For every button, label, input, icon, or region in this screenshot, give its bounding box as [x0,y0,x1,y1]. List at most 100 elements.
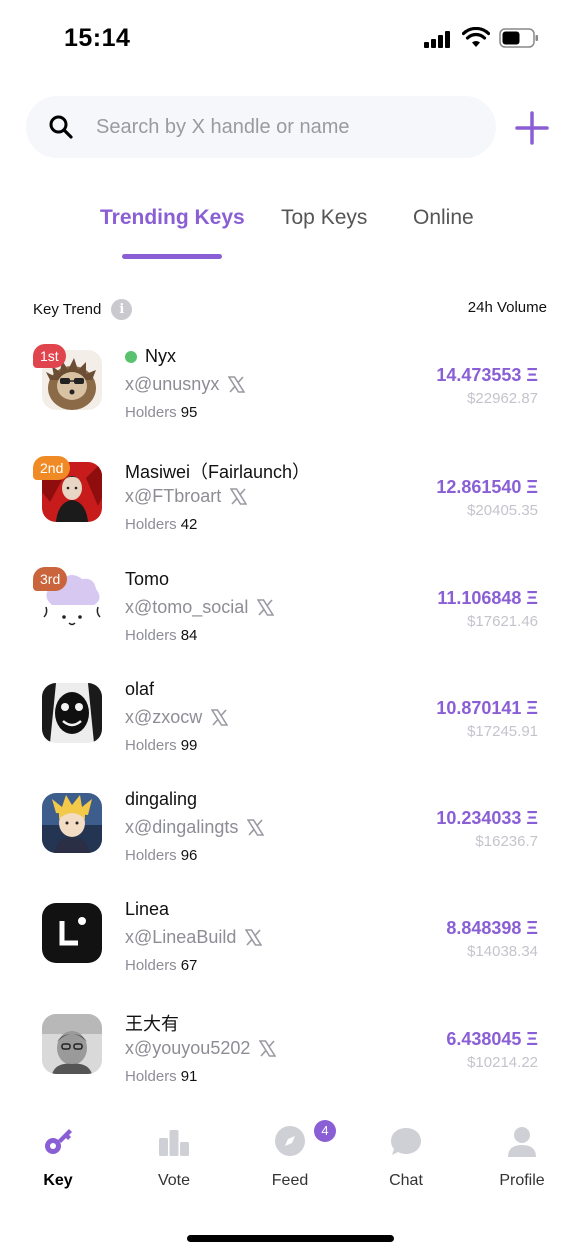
x-logo-icon [230,488,248,505]
holders-count: Holders 42 [125,516,197,533]
nav-chat[interactable]: Chat [356,1124,456,1190]
nav-label: Key [43,1172,73,1189]
x-handle: x@FTbroart [125,486,248,507]
x-handle: x@youyou5202 [125,1038,277,1059]
holders-value: 95 [180,404,198,421]
online-status-dot [125,350,137,363]
list-item[interactable]: 1st Nyx x@unusnyx Holders 95 14.473553 Ξ … [0,340,580,450]
list-item[interactable]: 2nd Masiwei（Fairlaunch） x@FTbroart Holde… [0,452,580,562]
nav-vote[interactable]: Vote [124,1124,224,1190]
x-handle-text: x@unusnyx [125,374,220,394]
avatar [42,1014,102,1074]
nav-label: Profile [499,1172,545,1189]
rank-badge: 1st [33,344,66,368]
x-handle-text: x@tomo_social [125,597,249,617]
rank-badge: 3rd [33,567,68,591]
key-name-text: 王大有 [125,1014,179,1034]
nav-key[interactable]: Key [8,1124,108,1190]
volume-usd: $16236.7 [475,833,538,850]
key-name: 王大有 [125,1010,179,1036]
holders-label: Holders [125,516,177,533]
list-item[interactable]: Linea x@LineaBuild Holders 67 8.848398 Ξ … [0,893,580,1003]
key-name-text: olaf [125,679,155,699]
tab-top-keys[interactable]: Top Keys [281,206,367,230]
holders-label: Holders [125,404,177,421]
info-icon[interactable]: i [111,299,133,320]
tab-trending-keys[interactable]: Trending Keys [100,206,245,230]
volume-eth: 14.473553 Ξ [436,365,538,385]
holders-count: Holders 84 [125,627,197,644]
avatar [42,793,102,853]
x-logo-icon [257,599,275,616]
key-icon [45,1129,72,1154]
key-trend-label: Key Trend [33,301,102,318]
key-name-text: Masiwei（Fairlaunch） [125,462,311,482]
volume-eth: 12.861540 Ξ [436,477,538,497]
volume-usd: $20405.35 [467,502,538,519]
status-time: 15:14 [64,24,131,52]
nav-label: Vote [157,1172,191,1189]
volume-usd: $10214.22 [467,1054,538,1071]
holders-count: Holders 96 [125,847,197,864]
nav-profile[interactable]: Profile [472,1124,572,1190]
volume-usd: $14038.34 [467,943,538,960]
nav-label: Chat [389,1172,423,1189]
person-icon [508,1127,536,1157]
key-name: olaf [125,679,154,700]
list-item[interactable]: dingaling x@dingalingts Holders 96 10.234… [0,783,580,893]
wifi-icon [462,27,490,47]
x-handle: x@LineaBuild [125,927,263,948]
x-handle: x@zxocw [125,707,229,728]
volume-eth: 11.106848 Ξ [437,588,538,608]
compass-icon [275,1126,305,1156]
key-name-text: Nyx [145,346,176,366]
status-bar: 15:14 [0,0,580,80]
holders-label: Holders [125,737,177,754]
volume-header: 24h Volume [467,299,547,316]
x-handle: x@tomo_social [125,597,275,618]
volume-eth: 10.870141 Ξ [436,698,538,718]
x-logo-icon [211,709,229,726]
home-indicator[interactable] [187,1235,394,1242]
key-name: dingaling [125,789,197,810]
list-item[interactable]: 王大有 x@youyou5202 Holders 91 6.438045 Ξ $1… [0,1004,580,1114]
avatar [42,903,102,963]
cellular-signal-icon [424,30,454,48]
holders-label: Holders [125,1068,177,1085]
volume-usd: $17621.46 [467,613,538,630]
x-handle: x@dingalingts [125,817,265,838]
holders-label: Holders [125,957,177,974]
holders-value: 99 [180,737,198,754]
podium-icon [159,1130,189,1156]
x-handle-text: x@dingalingts [125,817,239,837]
x-logo-icon [259,1040,277,1057]
list-item[interactable]: 3rd Tomo x@tomo_social Holders 84 11.1068… [0,563,580,673]
key-name-text: dingaling [125,789,198,809]
search-bar [26,96,496,158]
holders-value: 84 [180,627,198,644]
holders-count: Holders 95 [125,404,197,421]
search-icon [49,115,73,139]
key-name: Masiwei（Fairlaunch） [125,458,310,484]
active-tab-indicator [122,254,222,259]
volume-eth: 8.848398 Ξ [446,918,538,938]
holders-count: Holders 99 [125,737,197,754]
holders-value: 91 [180,1068,198,1085]
search-input[interactable] [96,96,486,158]
x-logo-icon [245,929,263,946]
volume-usd: $17245.91 [467,723,538,740]
x-handle-text: x@youyou5202 [125,1038,251,1058]
holders-value: 96 [180,847,198,864]
rank-badge: 2nd [33,456,71,480]
x-handle-text: x@LineaBuild [125,927,237,947]
holders-count: Holders 91 [125,1068,197,1085]
avatar [42,683,102,743]
tab-online[interactable]: Online [413,206,474,230]
key-name: Tomo [125,569,169,590]
add-button[interactable] [514,110,550,146]
nav-label: Feed [271,1172,309,1189]
holders-value: 67 [180,957,198,974]
holders-label: Holders [125,847,177,864]
tab-bar: Trending Keys Top Keys Online [0,200,580,264]
list-item[interactable]: olaf x@zxocw Holders 99 10.870141 Ξ $1724… [0,673,580,783]
